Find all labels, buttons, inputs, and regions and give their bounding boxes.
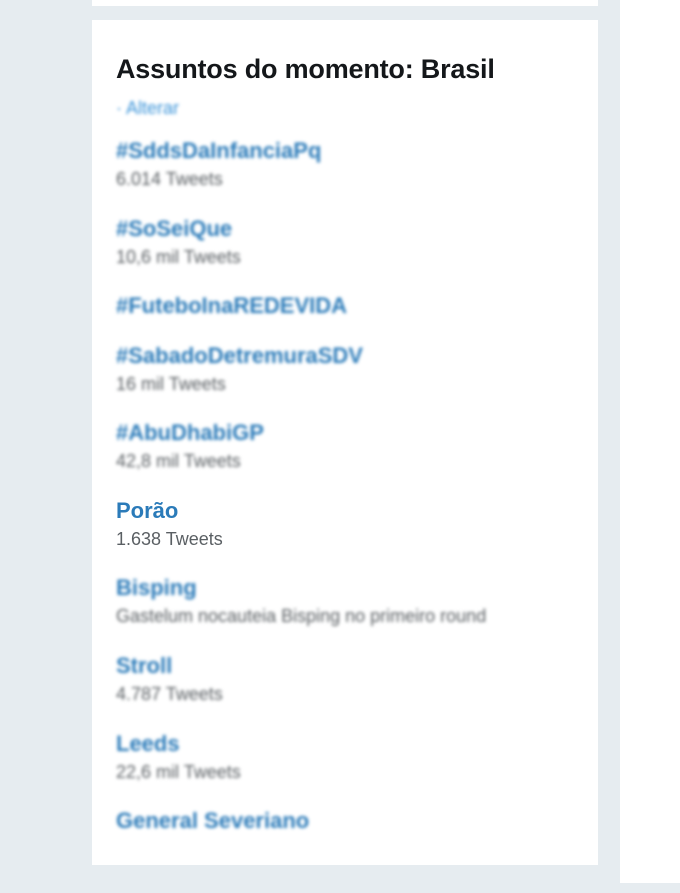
trend-tweet-count: 16 mil Tweets — [116, 374, 226, 394]
previous-card-edge — [92, 0, 598, 6]
trend-item[interactable]: #SoSeiQue 10,6 mil Tweets — [116, 216, 576, 269]
trend-name[interactable]: #SddsDaInfanciaPq — [116, 138, 576, 164]
trend-name[interactable]: #AbuDhabiGP — [116, 420, 576, 446]
trend-item[interactable]: General Severiano — [116, 808, 576, 834]
trend-item[interactable]: Porão 1.638 Tweets — [116, 498, 576, 551]
trend-tweet-count: 10,6 mil Tweets — [116, 247, 241, 267]
trend-item[interactable]: Bisping Gastelum nocauteia Bisping no pr… — [116, 575, 576, 628]
trend-item[interactable]: #SddsDaInfanciaPq 6.014 Tweets — [116, 138, 576, 191]
trend-name[interactable]: Leeds — [116, 731, 576, 757]
trend-item[interactable]: Stroll 4.787 Tweets — [116, 653, 576, 706]
trend-item[interactable]: #SabadoDetremuraSDV 16 mil Tweets — [116, 343, 576, 396]
trend-item[interactable]: #FuteboInaREDEVIDA — [116, 293, 576, 319]
change-location-link[interactable]: · Alterar — [116, 98, 179, 119]
trend-tweet-count: 1.638 Tweets — [116, 529, 223, 549]
trend-name[interactable]: #SabadoDetremuraSDV — [116, 343, 576, 369]
trend-description: Gastelum nocauteia Bisping no primeiro r… — [116, 606, 487, 626]
trend-name[interactable]: Bisping — [116, 575, 576, 601]
trends-card: Assuntos do momento: Brasil · Alterar #S… — [92, 20, 598, 865]
trends-title: Assuntos do momento: Brasil — [116, 54, 495, 84]
trend-tweet-count: 22,6 mil Tweets — [116, 762, 241, 782]
trend-tweet-count: 4.787 Tweets — [116, 684, 223, 704]
trend-item[interactable]: Leeds 22,6 mil Tweets — [116, 731, 576, 784]
trend-item[interactable]: #AbuDhabiGP 42,8 mil Tweets — [116, 420, 576, 473]
trend-tweet-count: 6.014 Tweets — [116, 169, 223, 189]
trend-name[interactable]: #SoSeiQue — [116, 216, 576, 242]
trend-name[interactable]: Stroll — [116, 653, 576, 679]
trend-name[interactable]: #FuteboInaREDEVIDA — [116, 293, 576, 319]
trend-name[interactable]: Porão — [116, 498, 576, 524]
trend-tweet-count: 42,8 mil Tweets — [116, 451, 241, 471]
right-column-background — [620, 0, 680, 883]
trend-name[interactable]: General Severiano — [116, 808, 576, 834]
